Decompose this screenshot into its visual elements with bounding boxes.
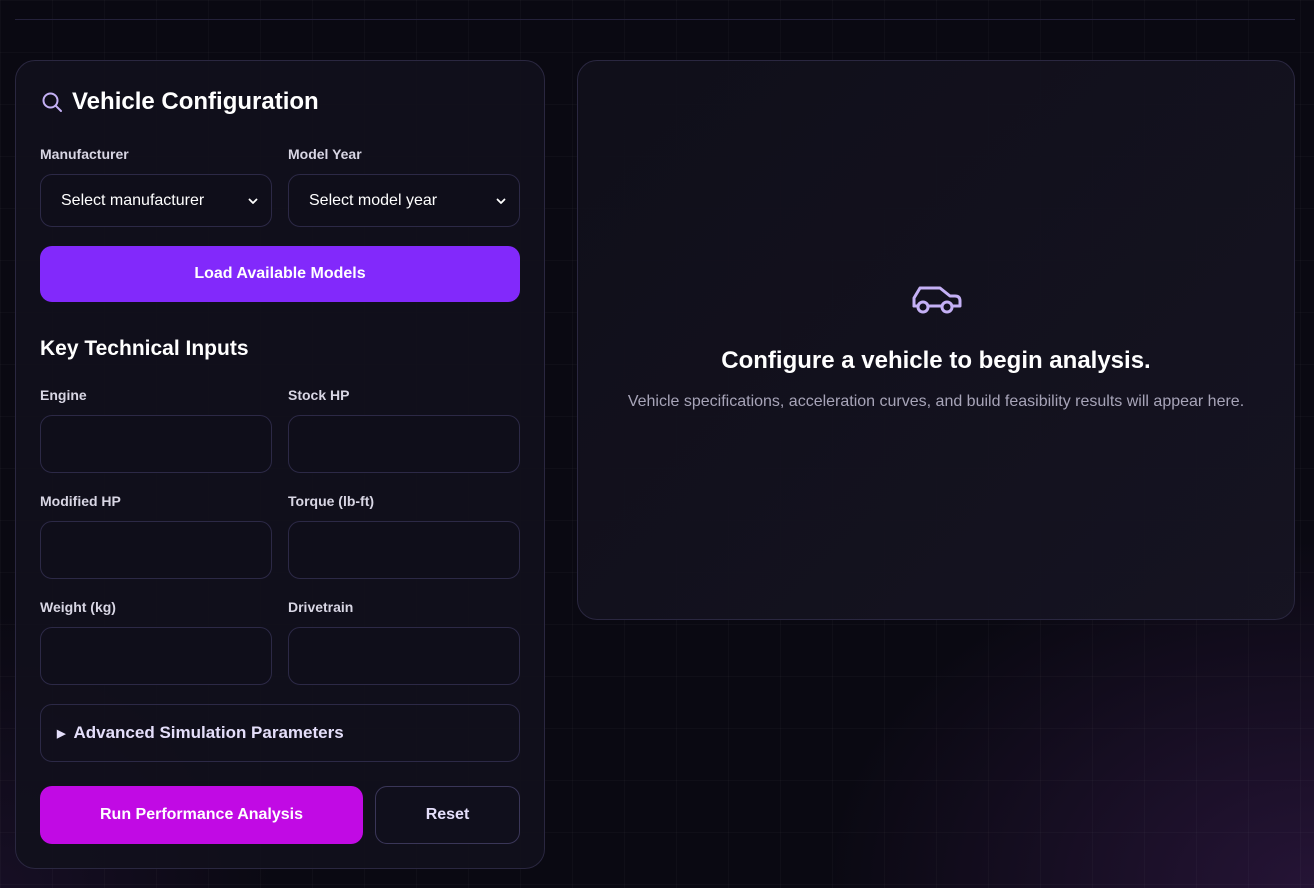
run-analysis-button[interactable]: Run Performance Analysis [40,786,363,844]
model-year-select[interactable]: Select model year [288,174,520,227]
torque-input[interactable] [288,521,520,579]
engine-input[interactable] [40,415,272,473]
drivetrain-input[interactable] [288,627,520,685]
search-icon [42,92,62,112]
empty-state-title: Configure a vehicle to begin analysis. [721,347,1151,374]
torque-label: Torque (lb-ft) [288,493,375,509]
panel-title-text: Vehicle Configuration [72,88,319,115]
engine-label: Engine [40,387,87,403]
technical-inputs-title: Key Technical Inputs [40,337,249,360]
advanced-parameters-toggle[interactable]: ▶ Advanced Simulation Parameters [40,704,520,762]
modified-hp-field: Modified HP [40,493,272,579]
manufacturer-select[interactable]: Select manufacturer [40,174,272,227]
weight-label: Weight (kg) [40,599,116,615]
results-panel: Configure a vehicle to begin analysis. V… [577,60,1295,620]
triangle-right-icon: ▶ [57,727,66,740]
chevron-down-icon [248,198,258,204]
modified-hp-label: Modified HP [40,493,121,509]
weight-field: Weight (kg) [40,599,272,685]
chevron-down-icon [496,198,506,204]
panel-title: Vehicle Configuration [40,88,319,116]
torque-field: Torque (lb-ft) [288,493,520,579]
empty-state: Configure a vehicle to begin analysis. V… [578,279,1294,411]
model-year-select-value: Select model year [309,191,438,209]
weight-input[interactable] [40,627,272,685]
manufacturer-label: Manufacturer [40,146,129,162]
empty-state-subtitle: Vehicle specifications, acceleration cur… [627,393,1245,410]
drivetrain-field: Drivetrain [288,599,520,685]
model-year-label: Model Year [288,146,362,162]
top-divider [15,19,1295,20]
car-icon [912,286,962,314]
drivetrain-label: Drivetrain [288,599,354,615]
manufacturer-field: Manufacturer Select manufacturer [40,146,272,227]
stock-hp-label: Stock HP [288,387,350,403]
model-year-field: Model Year Select model year [288,146,520,227]
vehicle-configuration-panel: Vehicle Configuration Manufacturer Selec… [15,60,545,869]
load-models-button[interactable]: Load Available Models [40,246,520,302]
stock-hp-input[interactable] [288,415,520,473]
advanced-parameters-label: Advanced Simulation Parameters [73,723,344,742]
stock-hp-field: Stock HP [288,387,520,473]
engine-field: Engine [40,387,272,473]
manufacturer-select-value: Select manufacturer [61,191,205,209]
reset-button[interactable]: Reset [375,786,520,844]
modified-hp-input[interactable] [40,521,272,579]
